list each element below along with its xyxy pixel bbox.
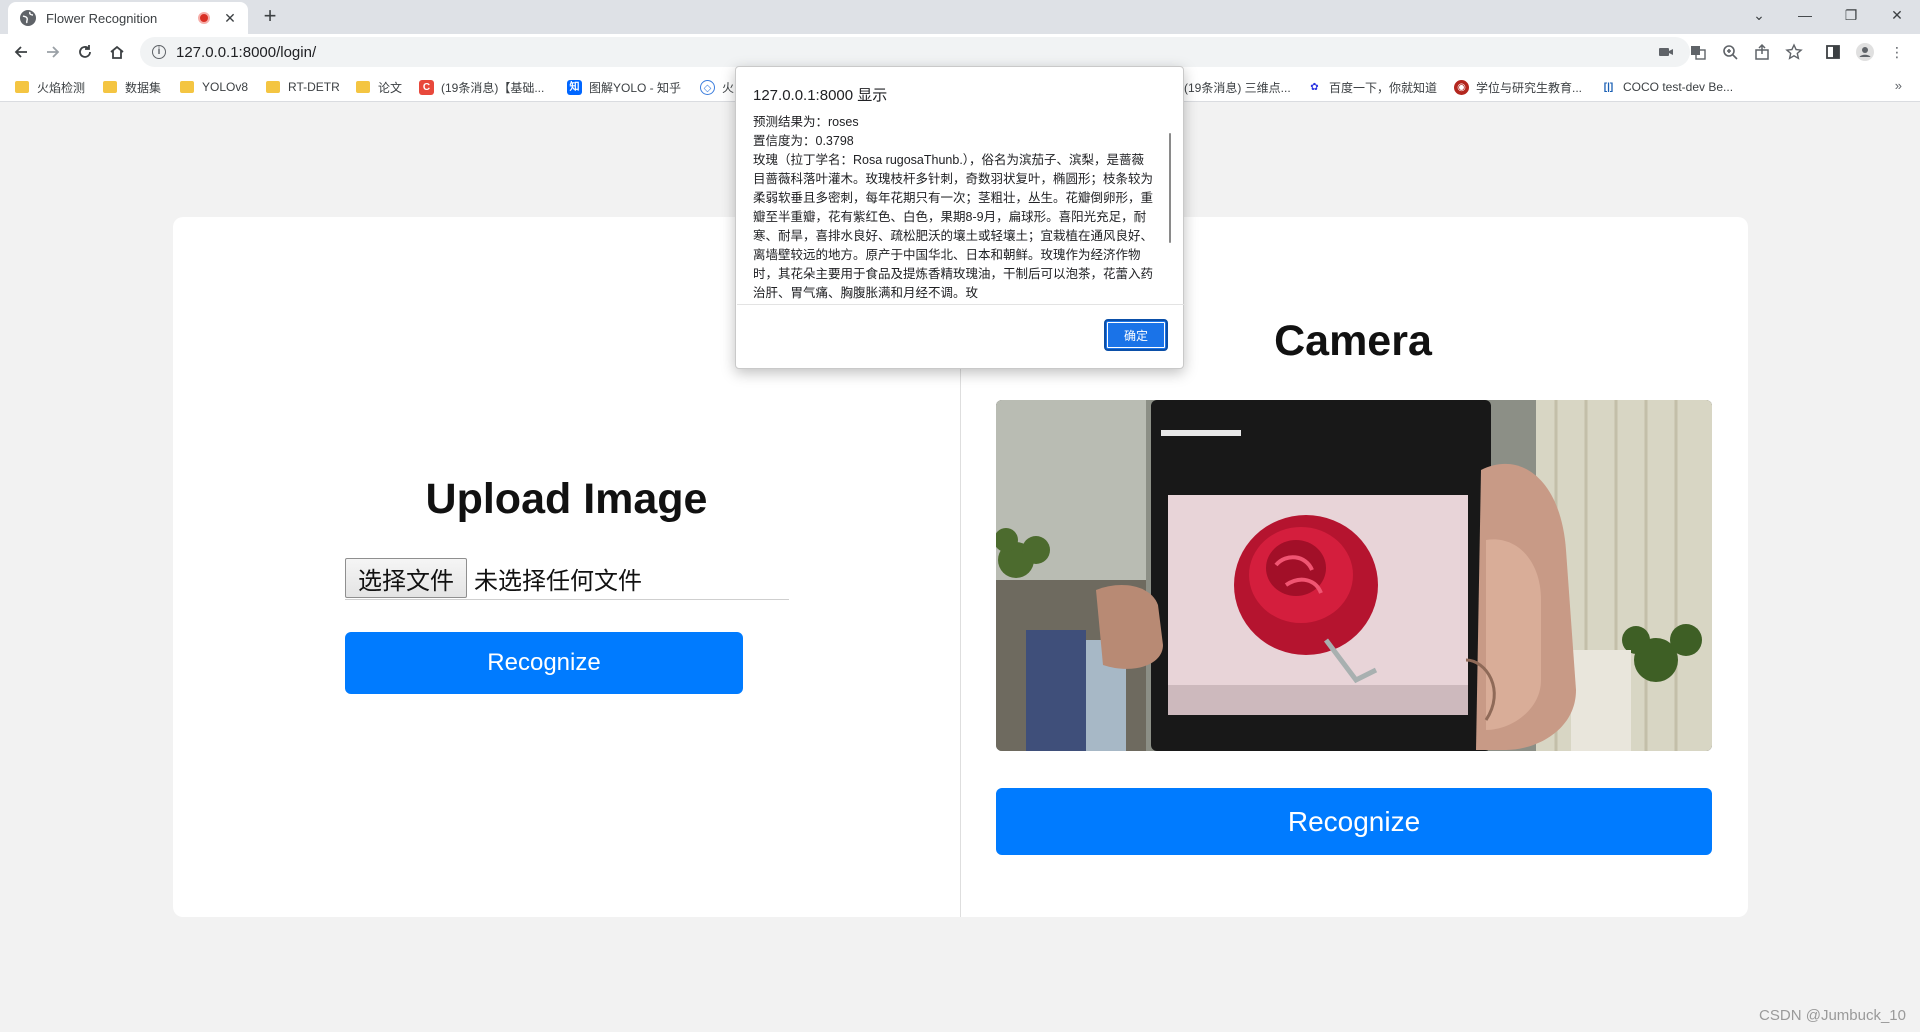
baidu-icon: ✿ xyxy=(1307,79,1322,95)
bookmark-item[interactable]: RT-DETR xyxy=(266,78,340,96)
menu-kebab-icon[interactable]: ⋮ xyxy=(1888,43,1906,61)
camera-frame-image xyxy=(996,400,1712,751)
zoom-icon[interactable] xyxy=(1721,43,1739,61)
upload-title: Upload Image xyxy=(425,475,708,523)
address-bar[interactable]: i 127.0.0.1:8000/login/ xyxy=(140,37,1690,67)
tab-search-chevron-icon[interactable]: ⌄ xyxy=(1736,0,1782,30)
home-button[interactable] xyxy=(103,38,131,66)
bookmark-item[interactable]: ✿ 百度一下，你就知道 xyxy=(1307,78,1437,96)
back-arrow-icon xyxy=(14,46,27,58)
camera-video-feed xyxy=(996,400,1712,751)
site-info-icon[interactable]: i xyxy=(152,45,166,59)
forward-button[interactable] xyxy=(39,38,67,66)
tab-close-icon[interactable]: ✕ xyxy=(222,10,238,27)
dialog-scrollbar[interactable] xyxy=(1166,115,1174,303)
bookmark-item[interactable]: [|] COCO test-dev Be... xyxy=(1601,78,1733,96)
file-status-text: 未选择任何文件 xyxy=(474,567,642,595)
bookmark-item[interactable]: 知 图解YOLO - 知乎 xyxy=(567,78,681,96)
file-input[interactable]: 选择文件 未选择任何文件 xyxy=(345,557,789,600)
minimize-button[interactable]: — xyxy=(1782,0,1828,30)
dialog-ok-button[interactable]: 确定 xyxy=(1104,319,1168,351)
bookmark-item[interactable]: C (19条消息)【基础... xyxy=(419,78,544,96)
recognize-upload-button[interactable]: Recognize xyxy=(345,632,743,694)
csdn-watermark: CSDN @Jumbuck_10 xyxy=(1759,1007,1906,1024)
edu-icon: ◉ xyxy=(1454,79,1469,95)
bookmark-item[interactable]: ◇ 火 xyxy=(700,78,734,96)
forward-arrow-icon xyxy=(47,46,60,58)
side-panel-icon[interactable] xyxy=(1824,43,1842,61)
folder-icon xyxy=(266,81,280,93)
folder-icon xyxy=(103,81,117,93)
folder-icon xyxy=(15,81,29,93)
reload-button[interactable] xyxy=(71,38,99,66)
flower-description-text: 玫瑰（拉丁学名：Rosa rugosaThunb.），俗名为滨茄子、滨梨，是蔷薇… xyxy=(753,153,1153,300)
alert-dialog: 127.0.0.1:8000 显示 预测结果为：roses 置信度为：0.379… xyxy=(735,66,1184,369)
bookmark-item[interactable]: (19条消息) 三维点... xyxy=(1184,78,1291,96)
dialog-scrollbar-thumb[interactable] xyxy=(1169,133,1171,243)
tab-strip: Flower Recognition ✕ + ⌄ — ❐ ✕ xyxy=(0,0,1920,34)
new-tab-button[interactable]: + xyxy=(258,5,282,29)
back-button[interactable] xyxy=(7,38,35,66)
dialog-message: 预测结果为：roses 置信度为：0.3798 玫瑰（拉丁学名：Rosa rug… xyxy=(753,113,1153,303)
translate-icon[interactable] xyxy=(1689,43,1707,61)
bookmark-item[interactable]: 火焰检测 xyxy=(15,78,85,96)
folder-icon xyxy=(356,81,370,93)
recognize-camera-button[interactable]: Recognize xyxy=(996,788,1712,855)
bookmark-item[interactable]: YOLOv8 xyxy=(180,78,248,96)
bookmark-star-icon[interactable] xyxy=(1785,43,1803,61)
prediction-result-text: 预测结果为：roses xyxy=(753,115,859,129)
recording-indicator-icon xyxy=(198,12,210,24)
restore-button[interactable]: ❐ xyxy=(1828,0,1874,30)
close-window-button[interactable]: ✕ xyxy=(1874,0,1920,30)
confidence-text: 置信度为：0.3798 xyxy=(753,134,854,148)
camera-in-use-icon[interactable] xyxy=(1657,43,1675,61)
bookmark-item[interactable]: 数据集 xyxy=(103,78,161,96)
tab-title: Flower Recognition xyxy=(46,10,158,26)
globe-icon xyxy=(20,10,36,26)
reload-icon xyxy=(79,45,91,58)
browser-toolbar: i 127.0.0.1:8000/login/ ⋮ xyxy=(0,34,1920,70)
home-icon xyxy=(110,45,124,59)
choose-file-button[interactable]: 选择文件 xyxy=(345,558,467,598)
dialog-title: 127.0.0.1:8000 显示 xyxy=(753,87,888,104)
site-icon: ◇ xyxy=(700,79,715,95)
csdn-icon: C xyxy=(419,79,434,95)
dialog-separator xyxy=(737,304,1184,305)
url-text: 127.0.0.1:8000/login/ xyxy=(176,43,317,61)
profile-avatar-icon[interactable] xyxy=(1856,43,1874,61)
share-icon[interactable] xyxy=(1753,43,1771,61)
bookmark-item[interactable]: 论文 xyxy=(356,78,402,96)
zhihu-icon: 知 xyxy=(567,79,582,95)
more-bookmarks-button[interactable]: » xyxy=(1895,78,1902,93)
folder-icon xyxy=(180,81,194,93)
browser-tab[interactable]: Flower Recognition ✕ xyxy=(8,2,248,34)
paperswithcode-icon: [|] xyxy=(1601,79,1616,95)
bookmark-item[interactable]: ◉ 学位与研究生教育... xyxy=(1454,78,1582,96)
